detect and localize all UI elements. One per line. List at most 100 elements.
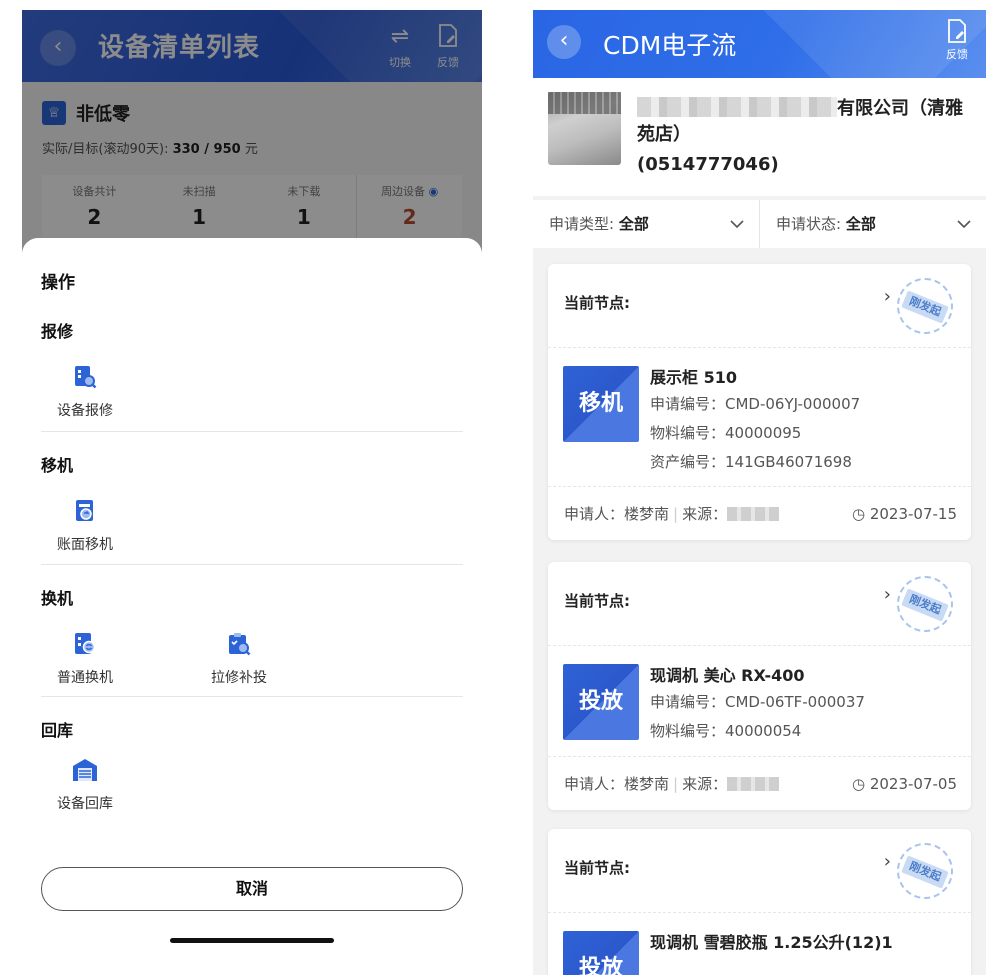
applicant-info: 申请人：楼梦南 | 来源：	[564, 487, 780, 541]
card-date: ◷ 2023-07-05	[852, 757, 957, 811]
group-return: 回库 设备回库	[41, 717, 463, 813]
chevron-right-icon[interactable]: ›	[884, 584, 891, 605]
ledger-move-icon	[72, 498, 98, 524]
redacted-text	[727, 777, 780, 791]
equipment-name: 展示柜 510	[650, 368, 737, 387]
left-screen: ‹ 设备清单列表 ⇌ 切换 反馈 ♕ 非低零 实际/目标(滚动90天): 330…	[22, 10, 482, 955]
back-button[interactable]: ‹	[547, 25, 581, 59]
apply-number: 申请编号：CMD-06YJ-000007	[650, 395, 861, 413]
repair-refill-button[interactable]: 拉修补投	[195, 631, 283, 687]
group-swap: 换机 普通换机 拉修补投	[41, 585, 463, 687]
status-stamp: 刚发起	[897, 843, 953, 899]
op-row: 设备报修	[41, 364, 463, 420]
date-text: 2023-07-05	[869, 775, 957, 793]
card-info: 现调机 雪碧胶瓶 1.25公升(12)1	[650, 931, 955, 955]
asset-number: 资产编号：141GB46071698	[650, 453, 852, 471]
store-phone: (0514777046)	[637, 154, 779, 175]
cancel-button[interactable]: 取消	[41, 867, 463, 911]
card-header: 当前节点: › 刚发起	[548, 829, 971, 913]
ledger-move-button[interactable]: 账面移机	[41, 498, 129, 554]
applicant: 申请人：楼梦南	[564, 505, 670, 523]
status-stamp: 刚发起	[897, 278, 953, 334]
filter-label: 申请类型:	[549, 215, 615, 233]
card-header: 当前节点: › 刚发起	[548, 264, 971, 348]
clipboard-search-icon	[226, 631, 252, 657]
sheet-title: 操作	[41, 273, 75, 293]
material-number: 物料编号：40000054	[650, 722, 802, 740]
application-card[interactable]: 当前节点: › 刚发起 投放 现调机 雪碧胶瓶 1.25公升(12)1	[548, 829, 971, 975]
store-name: 有限公司（清雅苑店）	[637, 96, 973, 148]
card-date: ◷ 2023-07-15	[852, 487, 957, 541]
stamp-text: 刚发起	[901, 588, 949, 622]
group-repair: 报修 设备报修	[41, 318, 463, 420]
material-number: 物料编号：40000095	[650, 424, 802, 442]
equipment-name: 现调机 雪碧胶瓶 1.25公升(12)1	[650, 933, 893, 952]
divider	[41, 696, 463, 697]
group-title: 报修	[41, 322, 74, 341]
filter-apply-type[interactable]: 申请类型: 全部	[533, 200, 760, 248]
filter-bar: 申请类型: 全部 申请状态: 全部	[533, 200, 986, 248]
home-indicator[interactable]	[170, 938, 334, 943]
card-footer: 申请人：楼梦南 | 来源： ◷ 2023-07-05	[548, 756, 971, 810]
normal-swap-button[interactable]: 普通换机	[41, 631, 129, 687]
card-body: 移机 展示柜 510 申请编号：CMD-06YJ-000007 物料编号：400…	[548, 348, 971, 486]
group-title: 移机	[41, 456, 74, 475]
chevron-down-icon	[956, 200, 972, 267]
card-body: 投放 现调机 美心 RX-400 申请编号：CMD-06TF-000037 物料…	[548, 646, 971, 756]
filter-label: 申请状态:	[776, 215, 842, 233]
group-title: 回库	[41, 721, 74, 740]
stamp-text: 刚发起	[901, 290, 949, 324]
node-label: 当前节点:	[564, 592, 630, 610]
group-title: 换机	[41, 589, 74, 608]
device-return-button[interactable]: 设备回库	[41, 757, 129, 813]
device-swap-icon	[72, 631, 98, 657]
op-label: 普通换机	[57, 670, 113, 686]
card-body: 投放 现调机 雪碧胶瓶 1.25公升(12)1	[548, 913, 971, 975]
right-header: ‹ CDM电子流 反馈	[533, 10, 986, 78]
warehouse-icon	[72, 757, 98, 783]
type-tag: 投放	[563, 664, 639, 740]
chevron-right-icon[interactable]: ›	[884, 286, 891, 307]
equipment-name: 现调机 美心 RX-400	[650, 666, 805, 685]
filter-value: 全部	[845, 215, 876, 233]
divider	[41, 431, 463, 432]
filter-apply-status[interactable]: 申请状态: 全部	[760, 200, 986, 248]
op-row: 设备回库	[41, 757, 463, 813]
feedback-button[interactable]: 反馈	[946, 18, 968, 62]
op-label: 账面移机	[57, 537, 113, 553]
source-label: 来源：	[682, 775, 728, 793]
op-label: 拉修补投	[211, 670, 267, 686]
device-search-icon	[72, 364, 98, 390]
applicant-info: 申请人：楼梦南 | 来源：	[564, 757, 780, 811]
node-label: 当前节点:	[564, 859, 630, 877]
device-repair-button[interactable]: 设备报修	[41, 364, 129, 420]
divider	[41, 564, 463, 565]
right-screen: ‹ CDM电子流 反馈 有限公司（清雅苑店） (0514777046) 申请类型…	[533, 10, 986, 975]
filter-value: 全部	[618, 215, 649, 233]
group-move: 移机 账面移机	[41, 452, 463, 554]
card-info: 现调机 美心 RX-400 申请编号：CMD-06TF-000037 物料编号：…	[650, 664, 955, 746]
op-label: 设备报修	[57, 403, 113, 419]
feedback-label: 反馈	[946, 48, 968, 61]
application-card[interactable]: 当前节点: › 刚发起 移机 展示柜 510 申请编号：CMD-06YJ-000…	[548, 264, 971, 540]
op-label: 设备回库	[57, 796, 113, 812]
type-tag: 投放	[563, 931, 639, 975]
source-label: 来源：	[682, 505, 728, 523]
type-tag: 移机	[563, 366, 639, 442]
document-edit-icon	[946, 18, 968, 46]
status-stamp: 刚发起	[897, 576, 953, 632]
clock-icon: ◷	[851, 505, 866, 523]
op-row: 普通换机 拉修补投	[41, 631, 463, 687]
chevron-left-icon: ‹	[559, 28, 569, 53]
card-info: 展示柜 510 申请编号：CMD-06YJ-000007 物料编号：400000…	[650, 366, 955, 477]
stamp-text: 刚发起	[901, 855, 949, 889]
card-header: 当前节点: › 刚发起	[548, 562, 971, 646]
redacted-text	[637, 97, 837, 117]
chevron-right-icon[interactable]: ›	[884, 851, 891, 872]
applicant: 申请人：楼梦南	[564, 775, 670, 793]
redacted-text	[727, 507, 780, 521]
op-row: 账面移机	[41, 498, 463, 554]
application-card[interactable]: 当前节点: › 刚发起 投放 现调机 美心 RX-400 申请编号：CMD-06…	[548, 562, 971, 810]
node-label: 当前节点:	[564, 294, 630, 312]
chevron-down-icon	[729, 200, 745, 267]
